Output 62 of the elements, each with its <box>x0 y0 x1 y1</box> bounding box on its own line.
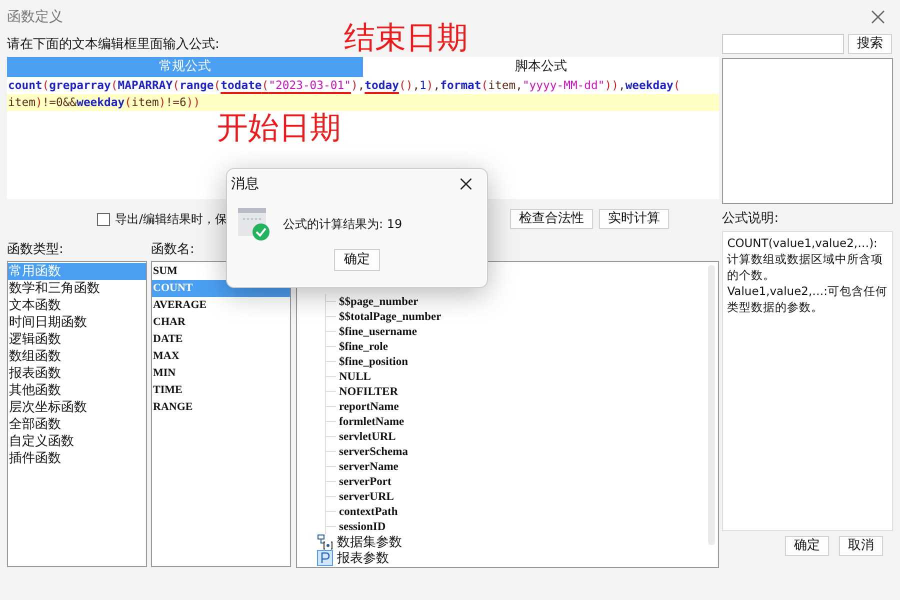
formula-tab[interactable]: 脚本公式 <box>363 57 720 77</box>
checkbox-label: 导出/编辑结果时，保 <box>115 210 228 228</box>
action-button[interactable]: 检查合法性 <box>510 209 593 229</box>
ok-button[interactable]: 确定 <box>334 249 380 271</box>
checkbox[interactable] <box>97 212 110 226</box>
tree-item[interactable]: reportName <box>339 400 399 412</box>
footer-button[interactable]: 取消 <box>839 536 883 556</box>
tree-item[interactable]: serverURL <box>339 490 394 502</box>
tree-item[interactable]: $$page_number <box>339 296 418 308</box>
code-line: count(greparray(MAPARRAY(range(todate("2023-03-01"),today(),1),format(item,"yyyy-MM-dd")),weekday( <box>7 77 682 94</box>
tree-item[interactable]: NOFILTER <box>339 386 398 398</box>
close-icon[interactable] <box>459 177 473 191</box>
action-button[interactable]: 实时计算 <box>599 209 669 229</box>
prompt-label: 请在下面的文本编辑框里面输入公式: <box>7 36 220 54</box>
category-item[interactable]: 层次坐标函数 <box>8 399 146 416</box>
category-item[interactable]: 文本函数 <box>8 297 146 314</box>
footer-button[interactable]: 确定 <box>785 536 829 556</box>
tree-item[interactable]: servletURL <box>339 430 396 442</box>
tree-item[interactable]: $fine_role <box>339 340 388 352</box>
dataset-icon <box>317 534 333 550</box>
success-icon <box>237 207 271 241</box>
result-message: 公式的计算结果为: 19 <box>283 216 402 232</box>
dialog-title: 消息 <box>231 175 259 193</box>
category-item[interactable]: 自定义函数 <box>8 433 146 450</box>
description-label: 公式说明: <box>722 210 780 228</box>
annotation-text: 结束日期 <box>344 20 468 56</box>
tree-item[interactable]: NULL <box>339 370 371 382</box>
search-field[interactable] <box>722 34 844 54</box>
category-item[interactable]: 时间日期函数 <box>8 314 146 331</box>
tree-item[interactable]: 数据集参数 <box>337 533 402 551</box>
list-label: 函数类型: <box>7 241 64 259</box>
tree-item[interactable]: serverPort <box>339 476 392 488</box>
function-item[interactable]: TIME <box>152 382 290 399</box>
description-text: COUNT(value1,value2,…):计算数组或数据区域中所含项的个数。 <box>727 235 884 283</box>
tree-item[interactable]: 报表参数 <box>337 549 389 567</box>
function-item[interactable]: AVERAGE <box>152 297 290 314</box>
category-item[interactable]: 逻辑函数 <box>8 331 146 348</box>
tree-item[interactable]: $$totalPage_number <box>339 310 442 322</box>
function-item[interactable]: RANGE <box>152 399 290 416</box>
category-item[interactable]: 数组函数 <box>8 348 146 365</box>
tree-item[interactable]: serverSchema <box>339 446 408 458</box>
function-item[interactable]: CHAR <box>152 314 290 331</box>
category-item[interactable]: 插件函数 <box>8 450 146 467</box>
annotation-text: 开始日期 <box>217 110 341 146</box>
tree-item[interactable]: serverName <box>339 460 398 472</box>
tree-item[interactable]: sessionID <box>339 520 386 532</box>
tree-item[interactable]: $fine_username <box>339 326 417 338</box>
window-title: 函数定义 <box>7 8 63 26</box>
tree-item[interactable]: formletName <box>339 416 404 428</box>
function-item[interactable]: MIN <box>152 365 290 382</box>
category-item[interactable]: 报表函数 <box>8 365 146 382</box>
search-button[interactable]: 搜索 <box>848 34 892 54</box>
description-text: Value1,value2,…:可包含任何类型数据的参数。 <box>727 283 888 315</box>
parameter-icon <box>317 550 333 566</box>
list-label: 函数名: <box>151 241 196 259</box>
function-item[interactable]: MAX <box>152 348 290 365</box>
function-item[interactable]: DATE <box>152 331 290 348</box>
category-item[interactable]: 数学和三角函数 <box>8 280 146 297</box>
category-item[interactable]: 其他函数 <box>8 382 146 399</box>
tree-item[interactable]: contextPath <box>339 506 398 518</box>
tree-item[interactable]: $fine_position <box>339 356 408 368</box>
category-item[interactable]: 全部函数 <box>8 416 146 433</box>
